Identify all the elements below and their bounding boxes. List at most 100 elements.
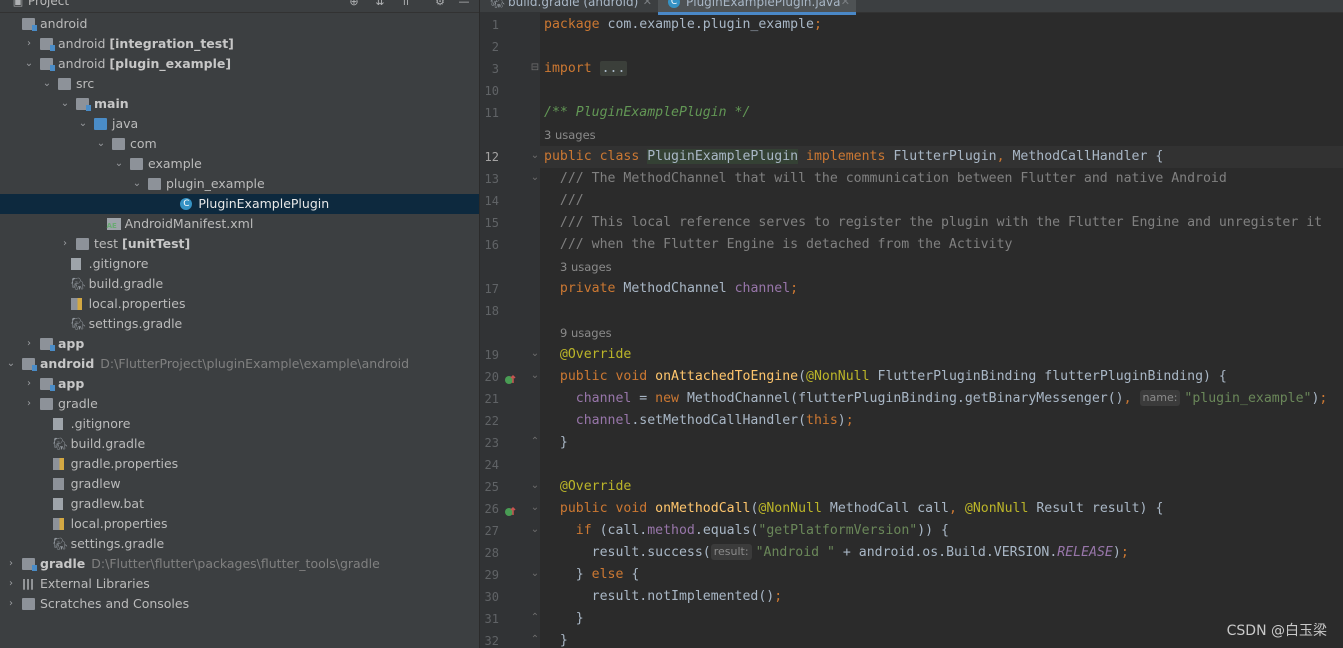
chevron-down-icon[interactable]: ⌄: [132, 174, 142, 194]
tree-item[interactable]: local.properties: [0, 294, 479, 314]
implement-method-icon[interactable]: [504, 503, 516, 516]
fold-icon[interactable]: ⊟: [530, 62, 540, 73]
code-line[interactable]: }: [544, 432, 568, 454]
close-icon[interactable]: ✕: [841, 0, 850, 12]
line-number[interactable]: 17: [480, 278, 499, 300]
code-line[interactable]: public void onMethodCall(@NonNull Method…: [544, 498, 1164, 520]
code-line[interactable]: if (call.method.equals("getPlatformVersi…: [544, 520, 949, 542]
tree-item[interactable]: gradlew: [0, 474, 479, 494]
code-line[interactable]: ///: [544, 190, 584, 212]
code-line[interactable]: @Override: [544, 344, 631, 366]
code-line[interactable]: public void onAttachedToEngine(@NonNull …: [544, 366, 1227, 388]
line-number[interactable]: 12: [480, 146, 499, 168]
code-line[interactable]: channel.setMethodCallHandler(this);: [544, 410, 854, 432]
project-panel-title[interactable]: Project: [28, 0, 69, 8]
tree-item[interactable]: ⌄ android D:\FlutterProject\pluginExample\…: [0, 354, 479, 374]
tree-item[interactable]: 🐘︎ settings.gradle: [0, 314, 479, 334]
chevron-right-icon[interactable]: ›: [24, 34, 34, 54]
tree-item[interactable]: ⌄ java: [0, 114, 479, 134]
code-line[interactable]: /// when the Flutter Engine is detached …: [544, 234, 1013, 256]
code-line[interactable]: @Override: [544, 476, 631, 498]
fold-icon[interactable]: ⌃: [530, 634, 540, 645]
tree-item[interactable]: 🐘︎ settings.gradle: [0, 534, 479, 554]
line-number[interactable]: 14: [480, 190, 499, 212]
tree-item[interactable]: › app: [0, 334, 479, 354]
tree-item[interactable]: ⌄ plugin_example: [0, 174, 479, 194]
code-line[interactable]: } else {: [544, 564, 640, 586]
line-number[interactable]: 20: [480, 366, 499, 388]
tree-item[interactable]: ⌄ src: [0, 74, 479, 94]
line-number[interactable]: 22: [480, 410, 499, 432]
collapse-all-icon[interactable]: ⇈: [400, 0, 412, 8]
hide-icon[interactable]: —: [458, 0, 470, 8]
tree-item[interactable]: 🐘︎ build.gradle: [0, 434, 479, 454]
code-editor[interactable]: 🐘︎ build.gradle (android) ✕ C PluginExam…: [480, 0, 1343, 648]
code-line[interactable]: private MethodChannel channel;: [544, 278, 798, 300]
line-number[interactable]: 25: [480, 476, 499, 498]
line-number[interactable]: 11: [480, 102, 499, 124]
chevron-right-icon[interactable]: ›: [6, 574, 16, 594]
code-line[interactable]: }: [544, 608, 584, 630]
tree-item[interactable]: gradle.properties: [0, 454, 479, 474]
fold-icon[interactable]: ⌄: [530, 568, 540, 579]
line-number[interactable]: 31: [480, 608, 499, 630]
close-icon[interactable]: ✕: [643, 0, 652, 12]
expand-all-icon[interactable]: ⇊: [374, 0, 386, 8]
line-number[interactable]: 32: [480, 630, 499, 648]
gear-icon[interactable]: ⚙: [434, 0, 446, 8]
line-number[interactable]: 26: [480, 498, 499, 520]
chevron-down-icon[interactable]: ⌄: [24, 54, 34, 74]
line-number[interactable]: 3: [480, 58, 499, 80]
chevron-down-icon[interactable]: ⌄: [114, 154, 124, 174]
code-line[interactable]: public class PluginExamplePlugin impleme…: [544, 146, 1163, 168]
code-line[interactable]: /** PluginExamplePlugin */: [544, 102, 750, 124]
tree-item[interactable]: › ||| External Libraries: [0, 574, 479, 594]
code-line[interactable]: }: [544, 630, 568, 648]
chevron-right-icon[interactable]: ›: [24, 374, 34, 394]
fold-icon[interactable]: ⌄: [530, 348, 540, 359]
fold-icon[interactable]: ⌄: [530, 150, 540, 161]
tab-build-gradle[interactable]: 🐘︎ build.gradle (android) ✕: [480, 0, 658, 12]
chevron-right-icon[interactable]: ›: [60, 234, 70, 254]
chevron-down-icon[interactable]: ⌄: [6, 354, 16, 374]
tree-item[interactable]: AndroidManifest.xml: [0, 214, 479, 234]
fold-icon[interactable]: ⌄: [530, 502, 540, 513]
code-line[interactable]: import ...: [544, 58, 628, 80]
tree-item[interactable]: .gitignore: [0, 414, 479, 434]
line-number[interactable]: 19: [480, 344, 499, 366]
fold-icon[interactable]: ⌃: [530, 612, 540, 623]
tree-item[interactable]: ⌄ main: [0, 94, 479, 114]
line-number[interactable]: 13: [480, 168, 499, 190]
fold-icon[interactable]: ⌄: [530, 480, 540, 491]
tree-item[interactable]: ⌄ android [plugin_example]: [0, 54, 479, 74]
tree-item[interactable]: .gitignore: [0, 254, 479, 274]
chevron-right-icon[interactable]: ›: [6, 554, 16, 574]
chevron-right-icon[interactable]: ›: [24, 334, 34, 354]
chevron-right-icon[interactable]: ›: [24, 394, 34, 414]
code-line[interactable]: /// The MethodChannel that will the comm…: [544, 168, 1227, 190]
fold-icon[interactable]: ⌄: [530, 524, 540, 535]
tab-plugin-example-plugin[interactable]: C PluginExamplePlugin.java ✕: [658, 0, 856, 15]
line-number[interactable]: 24: [480, 454, 499, 476]
line-number[interactable]: 2: [480, 36, 499, 58]
code-line[interactable]: /// This local reference serves to regis…: [544, 212, 1322, 234]
tree-item[interactable]: › android [integration_test]: [0, 34, 479, 54]
tree-item[interactable]: › test [unitTest]: [0, 234, 479, 254]
line-number[interactable]: 30: [480, 586, 499, 608]
line-number[interactable]: 10: [480, 80, 499, 102]
tree-item[interactable]: local.properties: [0, 514, 479, 534]
line-number[interactable]: 16: [480, 234, 499, 256]
tree-item[interactable]: › gradle: [0, 394, 479, 414]
implement-method-icon[interactable]: [504, 371, 516, 384]
fold-icon[interactable]: ⌃: [530, 436, 540, 447]
usages-hint[interactable]: 3 usages: [544, 124, 596, 146]
chevron-down-icon[interactable]: ⌄: [78, 114, 88, 134]
code-line[interactable]: result.success(result: "Android " + andro…: [544, 542, 1129, 564]
tree-item[interactable]: ⌄ com: [0, 134, 479, 154]
line-number[interactable]: 29: [480, 564, 499, 586]
line-number[interactable]: 18: [480, 300, 499, 322]
usages-hint[interactable]: 3 usages: [560, 256, 612, 278]
line-number[interactable]: 15: [480, 212, 499, 234]
chevron-down-icon[interactable]: ⌄: [60, 94, 70, 114]
line-number[interactable]: 28: [480, 542, 499, 564]
